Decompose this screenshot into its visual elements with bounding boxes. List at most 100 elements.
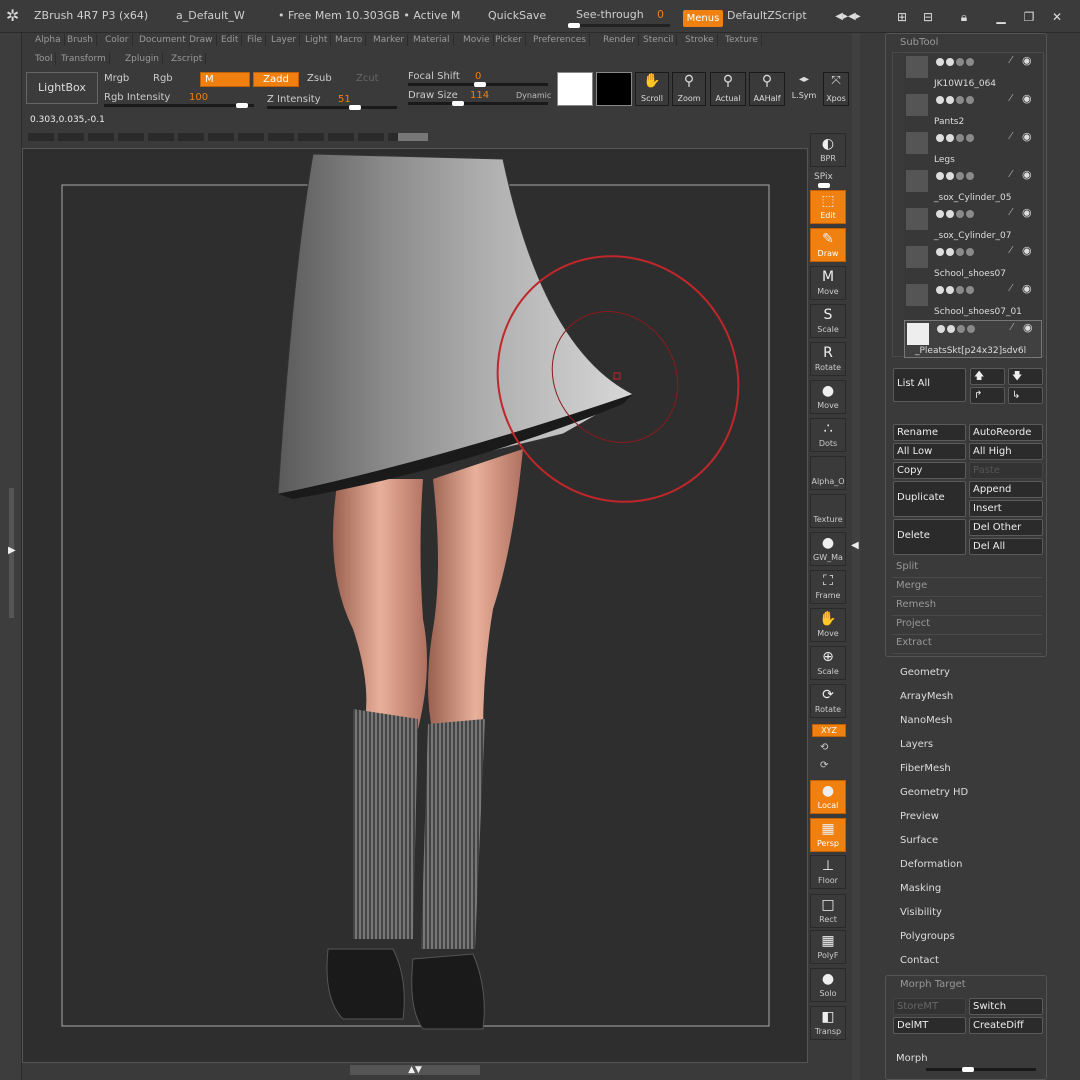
document-canvas[interactable] [22, 148, 808, 1063]
panel-geometry-hd[interactable]: Geometry HD [900, 787, 968, 798]
switch-button[interactable]: Switch [969, 998, 1043, 1015]
panel-fibermesh[interactable]: FiberMesh [900, 763, 951, 774]
menu-light[interactable]: Light [302, 34, 332, 46]
persp-button[interactable]: ▦ Persp [810, 818, 846, 852]
menu-movie[interactable]: Movie [460, 34, 494, 46]
panel-masking[interactable]: Masking [900, 883, 941, 894]
move-down-alt-icon[interactable]: ↳ [1008, 387, 1043, 404]
menu-edit[interactable]: Edit [218, 34, 243, 46]
subtool-toggle-dot[interactable] [956, 248, 964, 256]
menu-transform[interactable]: Transform [58, 53, 110, 65]
primary-color-swatch[interactable] [557, 72, 593, 106]
subtool-toggle-dot[interactable] [936, 248, 944, 256]
z-intensity-slider[interactable] [267, 106, 397, 109]
creatediff-button[interactable]: CreateDiff [969, 1017, 1043, 1034]
subtool-toggle-dot[interactable] [956, 96, 964, 104]
subtool-brush-icon[interactable]: ⁄ [1010, 207, 1012, 218]
subtool-section-remesh[interactable]: Remesh [896, 599, 936, 610]
menu-material[interactable]: Material [410, 34, 454, 46]
copy-button[interactable]: Copy [893, 462, 966, 479]
lightbox-button[interactable]: LightBox [26, 72, 98, 104]
subtool-brush-icon[interactable]: ⁄ [1010, 131, 1012, 142]
zcut-button[interactable]: Zcut [356, 73, 379, 84]
subtool-toggle-dot[interactable] [966, 172, 974, 180]
panel-preview[interactable]: Preview [900, 811, 939, 822]
menu-tool[interactable]: Tool [32, 53, 57, 65]
see-through-slider[interactable] [570, 24, 670, 27]
panel-visibility[interactable]: Visibility [900, 907, 942, 918]
menu-file[interactable]: File [244, 34, 267, 46]
menus-button[interactable]: Menus [683, 10, 723, 27]
transp-button[interactable]: ◧ Transp [810, 1006, 846, 1040]
menu-color[interactable]: Color [102, 34, 133, 46]
layout-alt-icon[interactable]: ⊟ [919, 8, 937, 26]
subtool-toggle-dot[interactable] [956, 286, 964, 294]
subtool-visibility-eye-icon[interactable]: ◉ [1022, 92, 1032, 105]
move-down-icon[interactable]: 🡇 [1008, 368, 1043, 385]
move-up-alt-icon[interactable]: ↱ [970, 387, 1005, 404]
insert-button[interactable]: Insert [969, 500, 1043, 517]
subtool-toggle-dot[interactable] [936, 286, 944, 294]
menu-brush[interactable]: Brush [64, 34, 97, 46]
scroll-button[interactable]: ✋ Scroll [635, 72, 669, 106]
bpr-button[interactable]: ◐ BPR [810, 133, 846, 167]
subtool-item[interactable]: ⁄ ◉ Pants2 [904, 92, 1042, 130]
list-all-button[interactable]: List All [893, 368, 966, 402]
subtool-brush-icon[interactable]: ⁄ [1010, 169, 1012, 180]
rotate-view-button[interactable]: ⟳ Rotate [810, 684, 846, 718]
rotate-axis-icon[interactable]: ⟲ [820, 742, 828, 753]
subtool-toggle-dot[interactable] [946, 58, 954, 66]
menu-render[interactable]: Render [600, 34, 640, 46]
polyf-button[interactable]: ▦ PolyF [810, 930, 846, 964]
local-button[interactable]: ● Local [810, 780, 846, 814]
panel-surface[interactable]: Surface [900, 835, 938, 846]
storemt-button[interactable]: StoreMT [893, 998, 966, 1015]
mrgb-button[interactable]: Mrgb [104, 73, 129, 84]
zoom-button[interactable]: ⚲ Zoom [672, 72, 706, 106]
subtool-brush-icon[interactable]: ⁄ [1010, 93, 1012, 104]
subtool-visibility-eye-icon[interactable]: ◉ [1023, 321, 1033, 334]
texture-off-button[interactable]: Texture [810, 494, 846, 528]
rotate-mode-button[interactable]: R Rotate [810, 342, 846, 376]
move-mode-button[interactable]: M Move [810, 266, 846, 300]
all-low-button[interactable]: All Low [893, 443, 966, 460]
subtool-brush-icon[interactable]: ⁄ [1010, 55, 1012, 66]
scale-view-button[interactable]: ⊕ Scale [810, 646, 846, 680]
subtool-item[interactable]: ⁄ ◉ _sox_Cylinder_07 [904, 206, 1042, 244]
subtool-toggle-dot[interactable] [946, 134, 954, 142]
rgb-intensity-knob[interactable] [236, 103, 248, 108]
default-zscript[interactable]: DefaultZScript [727, 9, 807, 22]
subtool-toggle-dot[interactable] [936, 134, 944, 142]
lsym-button[interactable]: ◂▸ L.Sym [788, 74, 820, 104]
rename-button[interactable]: Rename [893, 424, 966, 441]
del-other-button[interactable]: Del Other [969, 519, 1043, 536]
panel-arraymesh[interactable]: ArrayMesh [900, 691, 953, 702]
menu-zplugin[interactable]: Zplugin [122, 53, 164, 65]
move-up-icon[interactable]: 🡅 [970, 368, 1005, 385]
menu-alpha[interactable]: Alpha [32, 34, 65, 46]
panel-layers[interactable]: Layers [900, 739, 933, 750]
zadd-button[interactable]: Zadd [253, 72, 299, 87]
floor-button[interactable]: ⊥ Floor [810, 855, 846, 889]
menu-picker[interactable]: Picker [492, 34, 526, 46]
delmt-button[interactable]: DelMT [893, 1017, 966, 1034]
bottom-tray-handle[interactable]: ▲▼ [350, 1065, 480, 1075]
zsub-button[interactable]: Zsub [307, 73, 332, 84]
subtool-item[interactable]: ⁄ ◉ School_shoes07_01 [904, 282, 1042, 320]
subtool-toggle-dot[interactable] [947, 325, 955, 333]
arrows-icon[interactable]: ◀▸◀▸ [823, 8, 873, 26]
subtool-toggle-dot[interactable] [936, 58, 944, 66]
subtool-toggle-dot[interactable] [936, 172, 944, 180]
subtool-toggle-dot[interactable] [966, 134, 974, 142]
rgb-button[interactable]: Rgb [153, 73, 173, 84]
xpose-button[interactable]: ⤧ Xpos [823, 72, 849, 106]
morph-slider[interactable] [926, 1068, 1036, 1071]
z-intensity-knob[interactable] [349, 105, 361, 110]
subtool-item[interactable]: ⁄ ◉ _PleatsSkt[p24x32]sdv6l [904, 320, 1042, 358]
menu-document[interactable]: Document [136, 34, 190, 46]
menu-zscript[interactable]: Zscript [168, 53, 207, 65]
secondary-color-swatch[interactable] [596, 72, 632, 106]
layout-icon[interactable]: ⊞ [893, 8, 911, 26]
lock-icon[interactable]: 🔒︎ [955, 8, 973, 26]
m-button[interactable]: M [200, 72, 250, 87]
